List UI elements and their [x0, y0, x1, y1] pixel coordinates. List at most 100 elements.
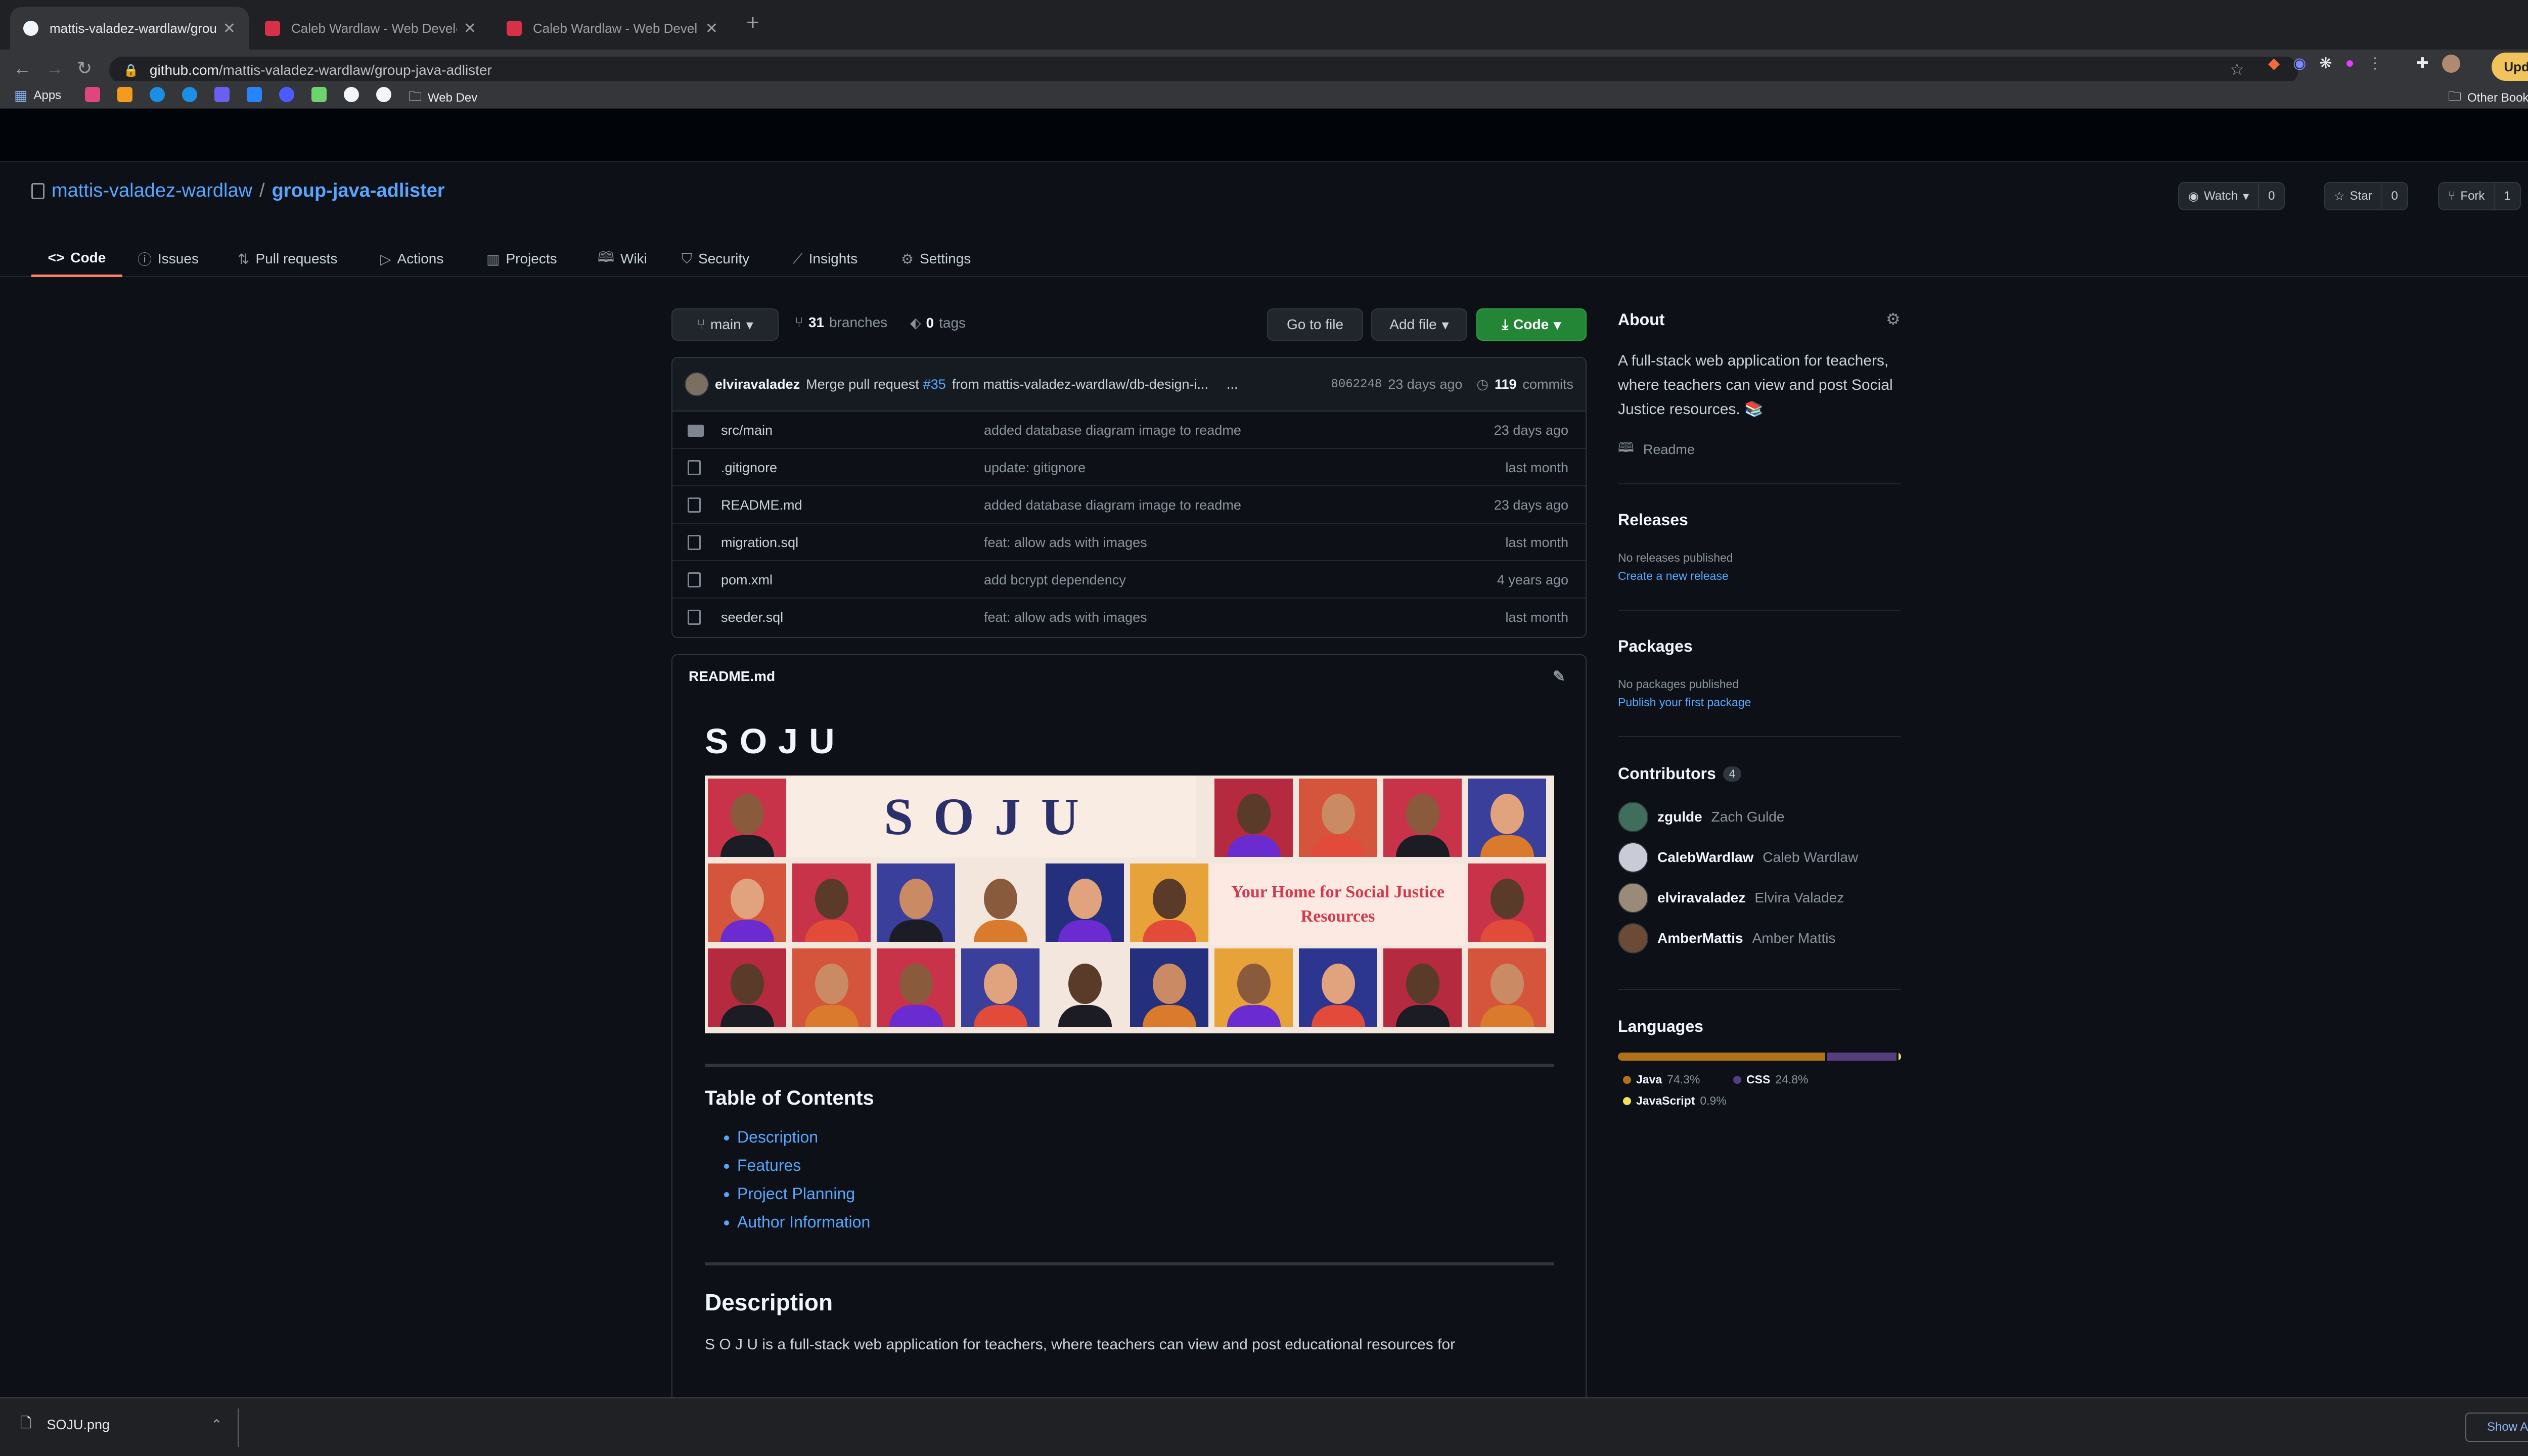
tab-code[interactable]: <> Code	[31, 241, 122, 277]
contributors-header[interactable]: Contributors 4	[1618, 764, 1741, 783]
avatar[interactable]	[1618, 842, 1648, 873]
bookmark-icon[interactable]	[150, 87, 165, 102]
bookmark-icon[interactable]	[279, 87, 294, 102]
contributor-login[interactable]: elviravaladez	[1657, 890, 1745, 906]
publish-package-link[interactable]: Publish your first package	[1618, 696, 1751, 709]
toc-item[interactable]: Features	[737, 1151, 1553, 1179]
chevron-up-icon[interactable]: ⌃	[211, 1417, 222, 1433]
file-commit-message[interactable]: update: gitignore	[984, 460, 1086, 476]
commit-expand[interactable]: ...	[1227, 377, 1238, 392]
gear-icon[interactable]: ⚙	[1886, 309, 1901, 329]
tab-close-icon[interactable]: ✕	[705, 20, 718, 37]
file-name-link[interactable]: src/main	[721, 423, 773, 438]
reload-icon[interactable]: ↻	[77, 58, 92, 79]
tags-link[interactable]: ⬖ 0 tags	[910, 314, 966, 331]
contributor-item[interactable]: CalebWardlaw Caleb Wardlaw	[1618, 842, 1858, 873]
file-row[interactable]: pom.xml add bcrypt dependency 4 years ago	[672, 561, 1586, 599]
contributor-item[interactable]: AmberMattis Amber Mattis	[1618, 923, 1836, 953]
bookmark-icon[interactable]	[117, 87, 132, 102]
new-tab-button[interactable]: +	[746, 10, 759, 35]
file-commit-message[interactable]: feat: allow ads with images	[984, 610, 1147, 625]
file-row[interactable]: README.md added database diagram image to…	[672, 486, 1586, 524]
commit-message-rest[interactable]: from mattis-valadez-wardlaw/db-design-i.…	[952, 377, 1208, 392]
file-commit-message[interactable]: feat: allow ads with images	[984, 535, 1147, 551]
toc-link[interactable]: Author Information	[737, 1213, 870, 1231]
update-button[interactable]: Update ⋮	[2492, 53, 2528, 81]
commits-count[interactable]: 119	[1495, 377, 1517, 392]
language-item[interactable]: Java 74.3%	[1623, 1073, 1700, 1086]
puzzle-icon[interactable]: ✚	[2416, 55, 2429, 73]
file-row[interactable]: seeder.sql feat: allow ads with images las…	[672, 599, 1586, 636]
browser-tab-portfolio-2[interactable]: Caleb Wardlaw - Web Develop ✕	[493, 7, 731, 50]
commit-sha[interactable]: 8062248	[1331, 378, 1382, 391]
apps-bookmark[interactable]: ▦ Apps	[14, 87, 61, 104]
bookmark-icon[interactable]	[182, 87, 197, 102]
tab-settings[interactable]: ⚙ Settings	[901, 241, 971, 277]
file-row[interactable]: migration.sql feat: allow ads with images…	[672, 524, 1586, 561]
code-button[interactable]: ⤓ Code ▾	[1476, 308, 1587, 341]
more-extensions-icon[interactable]: ⋮	[2368, 55, 2383, 73]
tab-actions[interactable]: ▷ Actions	[380, 241, 443, 277]
extension-icon[interactable]: ●	[2345, 55, 2354, 73]
bookmark-icon[interactable]	[85, 87, 100, 102]
branch-select[interactable]: ⑂ main ▾	[671, 308, 779, 341]
github-bookmark-icon[interactable]	[376, 87, 391, 102]
tab-security[interactable]: ⛉ Security	[682, 241, 749, 277]
tab-projects[interactable]: ▥ Projects	[486, 241, 557, 277]
contributor-item[interactable]: elviravaladez Elvira Valadez	[1618, 883, 1844, 913]
bookmark-star-icon[interactable]: ☆	[2230, 60, 2244, 79]
file-commit-message[interactable]: add bcrypt dependency	[984, 572, 1126, 588]
file-commit-message[interactable]: added database diagram image to readme	[984, 423, 1241, 438]
extension-icon[interactable]: ◉	[2293, 55, 2306, 73]
file-name-link[interactable]: pom.xml	[721, 572, 773, 588]
tab-pull-requests[interactable]: ⇅ Pull requests	[238, 241, 337, 277]
file-row[interactable]: src/main added database diagram image to …	[672, 412, 1586, 449]
tab-close-icon[interactable]: ✕	[464, 20, 476, 37]
bookmark-icon[interactable]	[311, 87, 327, 102]
go-to-file-button[interactable]: Go to file	[1267, 308, 1363, 341]
fork-button[interactable]: ⑂ Fork 1	[2438, 182, 2521, 210]
toc-item[interactable]: Author Information	[737, 1208, 1553, 1236]
commits-label[interactable]: commits	[1523, 377, 1574, 392]
language-item[interactable]: JavaScript 0.9%	[1623, 1094, 1727, 1108]
browser-tab-portfolio-1[interactable]: Caleb Wardlaw - Web Develop ✕	[252, 7, 489, 50]
extension-icon[interactable]: ◆	[2268, 55, 2280, 73]
tab-wiki[interactable]: 🕮 Wiki	[598, 241, 647, 277]
create-release-link[interactable]: Create a new release	[1618, 569, 1729, 583]
tab-close-icon[interactable]: ✕	[223, 20, 236, 37]
address-bar[interactable]: 🔒 github.com/mattis-valadez-wardlaw/grou…	[109, 57, 2298, 84]
bookmark-icon[interactable]	[214, 87, 230, 102]
show-all-button[interactable]: Show All	[2465, 1413, 2528, 1442]
contributor-login[interactable]: CalebWardlaw	[1657, 849, 1753, 866]
file-commit-message[interactable]: added database diagram image to readme	[984, 497, 1241, 513]
avatar[interactable]	[1618, 883, 1648, 913]
file-name-link[interactable]: .gitignore	[721, 460, 777, 476]
avatar[interactable]	[685, 372, 709, 396]
contributor-login[interactable]: AmberMattis	[1657, 930, 1743, 946]
file-name-link[interactable]: migration.sql	[721, 535, 798, 551]
github-bookmark-icon[interactable]	[344, 87, 359, 102]
toc-item[interactable]: Description	[737, 1123, 1553, 1151]
webdev-folder[interactable]: 🗀 Web Dev	[409, 87, 477, 109]
download-item[interactable]: 🗋 SOJU.png ⌃	[20, 1413, 222, 1437]
file-name-link[interactable]: seeder.sql	[721, 610, 783, 625]
repo-owner-link[interactable]: mattis-valadez-wardlaw	[52, 180, 252, 202]
avatar[interactable]	[1618, 802, 1648, 832]
commit-message[interactable]: Merge pull request	[806, 377, 919, 392]
profile-avatar[interactable]	[2442, 55, 2460, 73]
other-bookmarks-folder[interactable]: 🗀 Other Bookmarks	[2448, 87, 2528, 109]
contributor-item[interactable]: zgulde Zach Gulde	[1618, 802, 1784, 832]
language-item[interactable]: CSS 24.8%	[1733, 1073, 1809, 1086]
packages-heading[interactable]: Packages	[1618, 637, 1693, 656]
browser-tab-github[interactable]: mattis-valadez-wardlaw/group ✕	[10, 7, 249, 50]
file-name-link[interactable]: README.md	[721, 497, 802, 513]
extension-icon[interactable]: ❋	[2319, 55, 2332, 73]
avatar[interactable]	[1618, 923, 1648, 953]
pencil-icon[interactable]: ✎	[1553, 668, 1565, 686]
star-button[interactable]: ☆ Star 0	[2324, 182, 2408, 210]
back-arrow-icon[interactable]: ←	[13, 58, 31, 79]
bookmark-icon[interactable]	[247, 87, 262, 102]
repo-name-link[interactable]: group-java-adlister	[272, 180, 445, 202]
tab-issues[interactable]: ⓘ Issues	[138, 241, 199, 277]
contributor-login[interactable]: zgulde	[1657, 809, 1702, 825]
